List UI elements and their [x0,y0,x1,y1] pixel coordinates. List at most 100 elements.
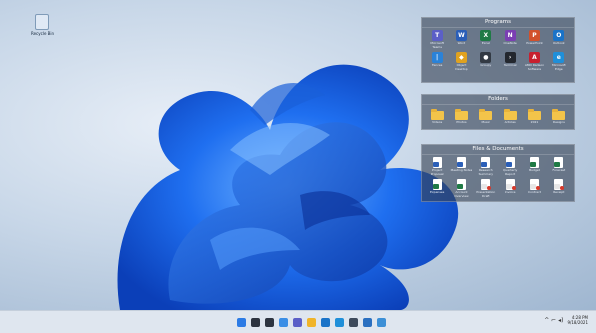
fence-item[interactable]: Invoice [498,179,522,199]
fence-item[interactable]: Account Overview [449,179,473,199]
widgets-icon[interactable] [278,315,289,329]
fence-item[interactable]: 2021 [522,109,546,129]
fence-item-label: Music [481,121,491,124]
word-doc-icon [432,157,442,168]
start-glyph [237,317,246,327]
fence-item[interactable]: X Excel [474,30,498,50]
pdf-doc-icon [505,179,516,190]
fence-item[interactable]: Expenses [425,179,449,199]
fence-item[interactable]: › Terminal [498,52,522,72]
fence-item-label: Groupy [480,64,492,67]
fence-item[interactable]: | Fences [425,52,449,72]
fence-item[interactable]: Receipt [547,179,571,199]
photos-icon[interactable] [376,315,387,329]
system-tray[interactable]: ^ ⌐ ◂) 4:28 PM 9/18/2021 [544,315,588,325]
fence-item[interactable]: Music [474,109,498,129]
fence-item[interactable]: Research Summary [474,157,498,177]
folder-icon [454,109,468,120]
widgets-glyph [279,317,288,327]
fence-item-label: Project Proposal [430,169,444,176]
onenote-icon: N [504,30,516,41]
edge-icon[interactable] [334,315,345,329]
fence-item-label: AMD Radeon Software [524,64,545,71]
file-explorer-icon[interactable] [306,315,317,329]
fence-item[interactable]: Photos [449,109,473,129]
powerpoint-icon: P [528,30,540,41]
folder-icon [527,109,541,120]
recycle-bin-label: Recycle Bin [31,31,55,36]
fence-item-label: PowerPoint [526,42,543,45]
fence-item[interactable]: N OneNote [498,30,522,50]
fence-item[interactable]: A AMD Radeon Software [522,52,546,72]
folder-icon [503,109,517,120]
fences-taskbar-icon[interactable] [362,315,373,329]
fence-files-documents[interactable]: Files & Documents Project Proposal Meetin… [421,144,575,202]
fence-title[interactable]: Programs [422,18,574,28]
search-glyph [251,317,260,327]
start-icon[interactable] [236,315,247,329]
excel-doc-icon [456,179,466,190]
clock[interactable]: 4:28 PM 9/18/2021 [567,315,588,325]
fence-title[interactable]: Folders [422,95,574,105]
fence-item[interactable]: Project Proposal [425,157,449,177]
fence-item[interactable]: Presentation Draft [474,179,498,199]
mail-icon[interactable] [320,315,331,329]
fence-programs[interactable]: Programs T Microsoft Teams W Word X Excel N One… [421,17,575,83]
chat-icon[interactable] [292,315,303,329]
fence-item-label: Excel [481,42,490,45]
fence-item[interactable]: Videos [425,109,449,129]
pdf-doc-icon [554,179,565,190]
fence-item[interactable]: P PowerPoint [522,30,546,50]
terminal-icon: › [504,52,516,63]
recycle-bin[interactable]: Recycle Bin [31,14,55,36]
fence-item-label: Invoice [504,191,516,194]
taskbar: ^ ⌐ ◂) 4:28 PM 9/18/2021 [0,310,596,333]
fence-item[interactable]: O Outlook [547,30,571,50]
word-doc-icon [505,157,515,168]
fence-item[interactable]: Forecast [547,157,571,177]
store-glyph [349,317,358,327]
fence-item-label: Account Overview [454,191,469,198]
excel-icon: X [480,30,492,41]
fence-item[interactable]: Designs [547,109,571,129]
fences-taskbar-glyph [363,317,372,327]
fence-item-label: OneNote [503,42,517,45]
fence-item[interactable]: Budget [522,157,546,177]
edge-icon: e [553,52,565,63]
task-view-icon[interactable] [264,315,275,329]
file-explorer-glyph [307,317,316,327]
fence-item-label: Videos [432,121,443,124]
store-icon[interactable] [348,315,359,329]
fence-item[interactable]: Quarterly Report [498,157,522,177]
desktop: Recycle Bin Programs T Microsoft Teams W Wo… [0,0,596,310]
tray-icons[interactable]: ^ ⌐ ◂) [544,317,563,324]
fence-folders[interactable]: Folders Videos Photos Music Articles 2021 Des… [421,94,575,130]
fence-item-label: Word [457,42,466,45]
fence-item[interactable]: Meeting Notes [449,157,473,177]
pdf-doc-icon [481,179,492,190]
fence-item[interactable]: Articles [498,109,522,129]
fences-icon: | [431,52,443,63]
recycle-bin-icon [35,14,49,30]
fence-item-label: Fences [431,64,443,67]
clock-date: 9/18/2021 [567,320,588,325]
fence-item-label: Receipt [553,191,565,194]
fence-title[interactable]: Files & Documents [422,145,574,155]
folder-icon [479,109,493,120]
fence-item-label: Terminal [503,64,517,67]
search-icon[interactable] [250,315,261,329]
edge-glyph [335,317,344,327]
groupy-icon: ● [480,52,492,63]
amd-icon: A [528,52,540,63]
fence-item[interactable]: ◆ Object Desktop [449,52,473,72]
fence-item-label: Photos [456,121,467,124]
fence-item[interactable]: e Microsoft Edge [547,52,571,72]
fence-item[interactable]: T Microsoft Teams [425,30,449,50]
fence-item-label: Forecast [552,169,566,172]
fence-item-label: Articles [504,121,516,124]
fence-item[interactable]: ● Groupy [474,52,498,72]
fence-item[interactable]: W Word [449,30,473,50]
folder-icon [430,109,444,120]
fence-item[interactable]: Contract [522,179,546,199]
fence-item-label: Expenses [430,191,445,194]
